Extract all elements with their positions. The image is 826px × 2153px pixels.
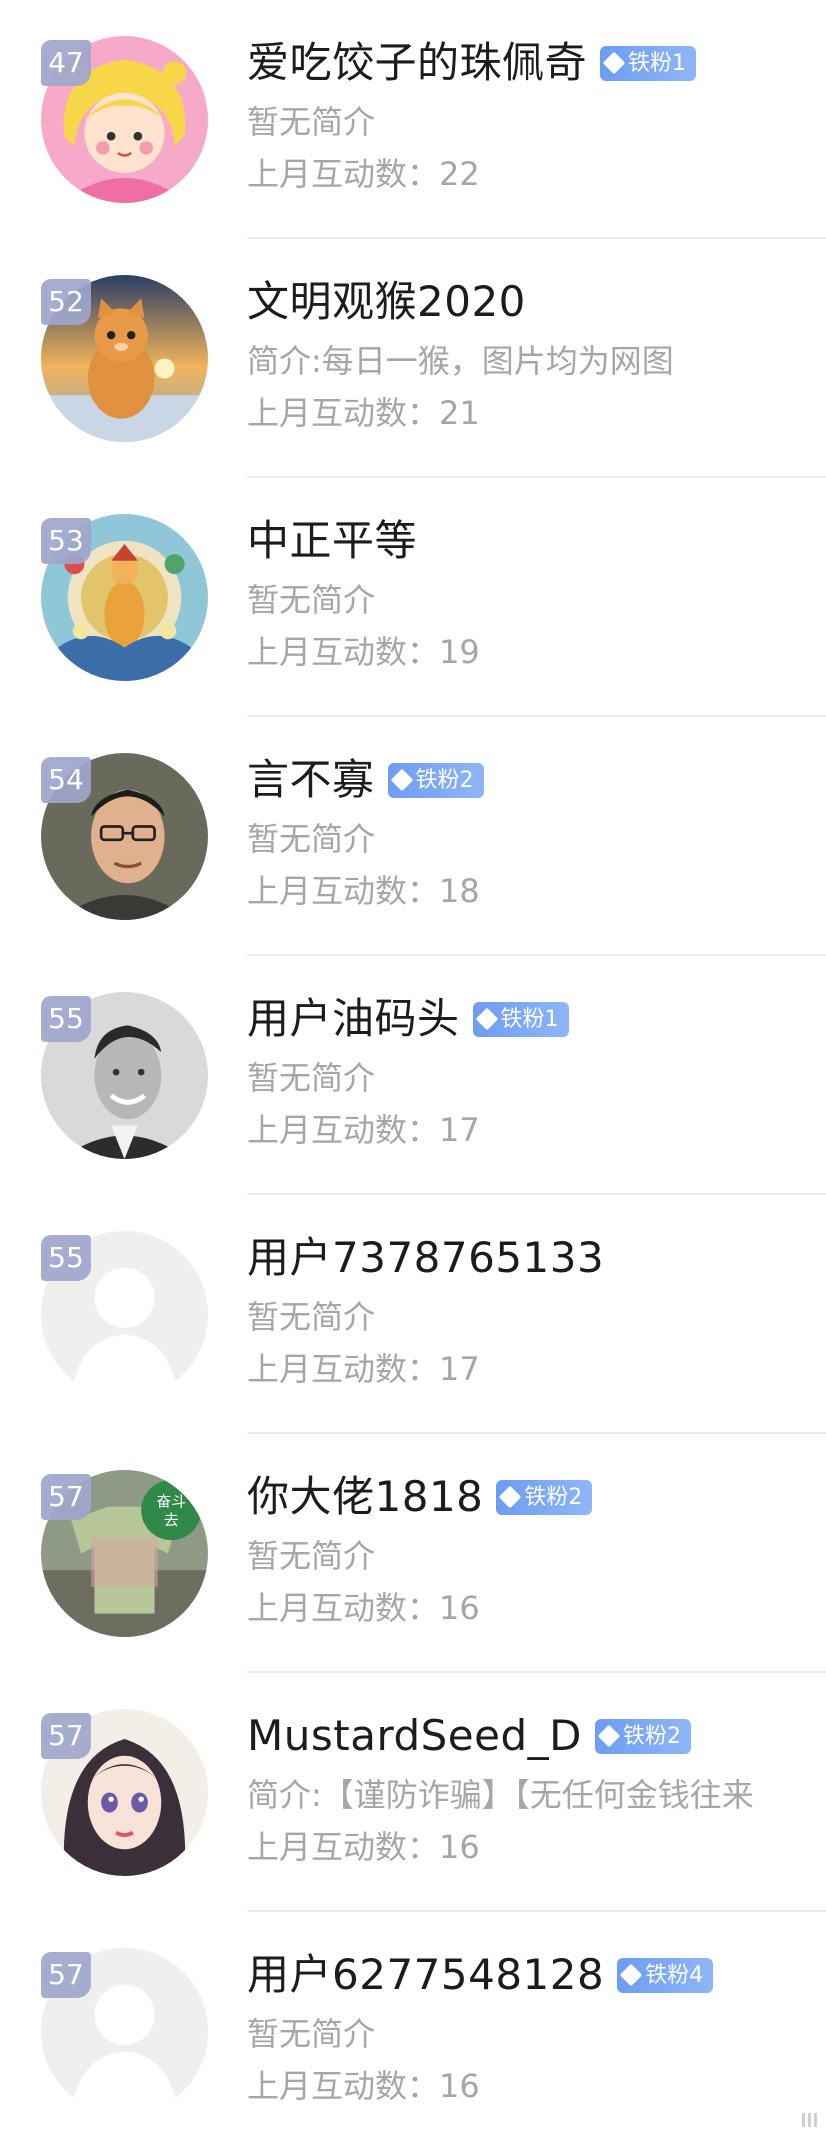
user-intro: 暂无简介 [247,1537,376,1575]
fan-row[interactable]: 55 用户7378765133 暂无简介 上月互动数：17 [0,1195,826,1434]
rank-badge: 55 [41,996,91,1042]
diamond-icon [619,1963,643,1987]
monthly-interactions: 上月互动数：17 [247,1350,480,1388]
avatar-caption: 去 [164,1511,179,1529]
diamond-icon [499,1485,522,1509]
monthly-interactions: 上月互动数：22 [247,155,480,193]
user-name[interactable]: MustardSeed_D [247,1708,582,1764]
user-intro: 暂无简介 [247,103,376,141]
diamond-icon [602,51,626,75]
monthly-interactions: 上月互动数：16 [247,1828,480,1866]
diamond-icon [390,768,413,792]
rank-badge: 57 [41,1474,91,1520]
fan-level-badge: 铁粉4 [617,1957,714,1993]
fan-level-label: 铁粉4 [645,1962,704,1988]
user-intro: 暂无简介 [247,1298,376,1336]
monthly-interactions: 上月互动数：18 [247,872,480,910]
rank-badge: 55 [41,1235,91,1281]
monthly-interactions: 上月互动数：17 [247,1111,480,1149]
user-intro: 简介:每日一猴，图片均为网图 [247,342,674,380]
fan-level-badge: 铁粉2 [387,762,484,798]
name-line: 用户7378765133 [247,1230,604,1286]
name-line: 文明观猴2020 [247,274,526,330]
fan-row[interactable]: 52 文明观猴2020 简介:每日一猴，图片均为网图 上月互动数：21 [0,239,826,478]
user-intro: 暂无简介 [247,581,376,619]
fan-row[interactable]: 奋斗 去 57 你大佬1818 铁粉2 暂无简介 上月互动数：16 [0,1434,826,1673]
fan-level-badge: 铁粉2 [496,1479,593,1515]
avatar-caption: 奋斗 [156,1493,186,1511]
fan-row[interactable]: 47 爱吃饺子的珠佩奇 铁粉1 暂无简介 上月互动数：22 [0,0,826,239]
name-line: 爱吃饺子的珠佩奇 铁粉1 [247,35,697,91]
user-name[interactable]: 中正平等 [247,513,417,569]
fan-row[interactable]: 53 中正平等 暂无简介 上月互动数：19 [0,478,826,717]
name-line: 中正平等 [247,513,417,569]
user-intro: 暂无简介 [247,820,376,858]
user-name[interactable]: 你大佬1818 [247,1469,483,1525]
rank-badge: 57 [41,1713,91,1759]
name-line: MustardSeed_D 铁粉2 [247,1708,691,1764]
fan-row[interactable]: 57 用户6277548128 铁粉4 暂无简介 上月互动数：16 [0,1912,826,2151]
fan-row[interactable]: 55 用户油码头 铁粉1 暂无简介 上月互动数：17 [0,956,826,1195]
user-name[interactable]: 爱吃饺子的珠佩奇 [247,35,587,91]
fan-level-badge: 铁粉1 [472,1001,569,1037]
name-line: 用户油码头 铁粉1 [247,991,569,1047]
fan-level-badge: 铁粉2 [594,1718,691,1754]
fan-row[interactable]: 54 言不寡 铁粉2 暂无简介 上月互动数：18 [0,717,826,956]
fan-level-label: 铁粉2 [524,1484,583,1510]
name-line: 用户6277548128 铁粉4 [247,1947,714,2003]
fan-level-label: 铁粉2 [622,1723,681,1749]
rank-badge: 52 [41,279,91,325]
monthly-interactions: 上月互动数：16 [247,1589,480,1627]
fan-level-label: 铁粉2 [415,767,474,793]
rank-badge: 53 [41,518,91,564]
diamond-icon [597,1724,621,1748]
user-intro: 暂无简介 [247,2015,376,2053]
user-name[interactable]: 用户6277548128 [247,1947,604,2003]
name-line: 言不寡 铁粉2 [247,752,484,808]
diamond-icon [475,1007,498,1031]
name-line: 你大佬1818 铁粉2 [247,1469,593,1525]
monthly-interactions: 上月互动数：16 [247,2067,480,2105]
user-intro: 简介:【谨防诈骗】【无任何金钱往来 [247,1776,754,1814]
user-intro: 暂无简介 [247,1059,376,1097]
monthly-interactions: 上月互动数：19 [247,633,480,671]
rank-badge: 47 [41,40,91,86]
user-name[interactable]: 文明观猴2020 [247,274,526,330]
fan-row[interactable]: 57 MustardSeed_D 铁粉2 简介:【谨防诈骗】【无任何金钱往来 上… [0,1673,826,1912]
fan-list: 47 爱吃饺子的珠佩奇 铁粉1 暂无简介 上月互动数：22 52 文明观猴202… [0,0,826,2153]
monthly-interactions: 上月互动数：21 [247,394,480,432]
user-name[interactable]: 言不寡 [247,752,375,808]
rank-badge: 54 [41,757,91,803]
user-name[interactable]: 用户7378765133 [247,1230,604,1286]
fan-level-label: 铁粉1 [628,50,687,76]
watermark-icon [802,2113,820,2127]
fan-level-badge: 铁粉1 [600,45,697,81]
rank-badge: 57 [41,1952,91,1998]
fan-level-label: 铁粉1 [500,1006,559,1032]
user-name[interactable]: 用户油码头 [247,991,460,1047]
